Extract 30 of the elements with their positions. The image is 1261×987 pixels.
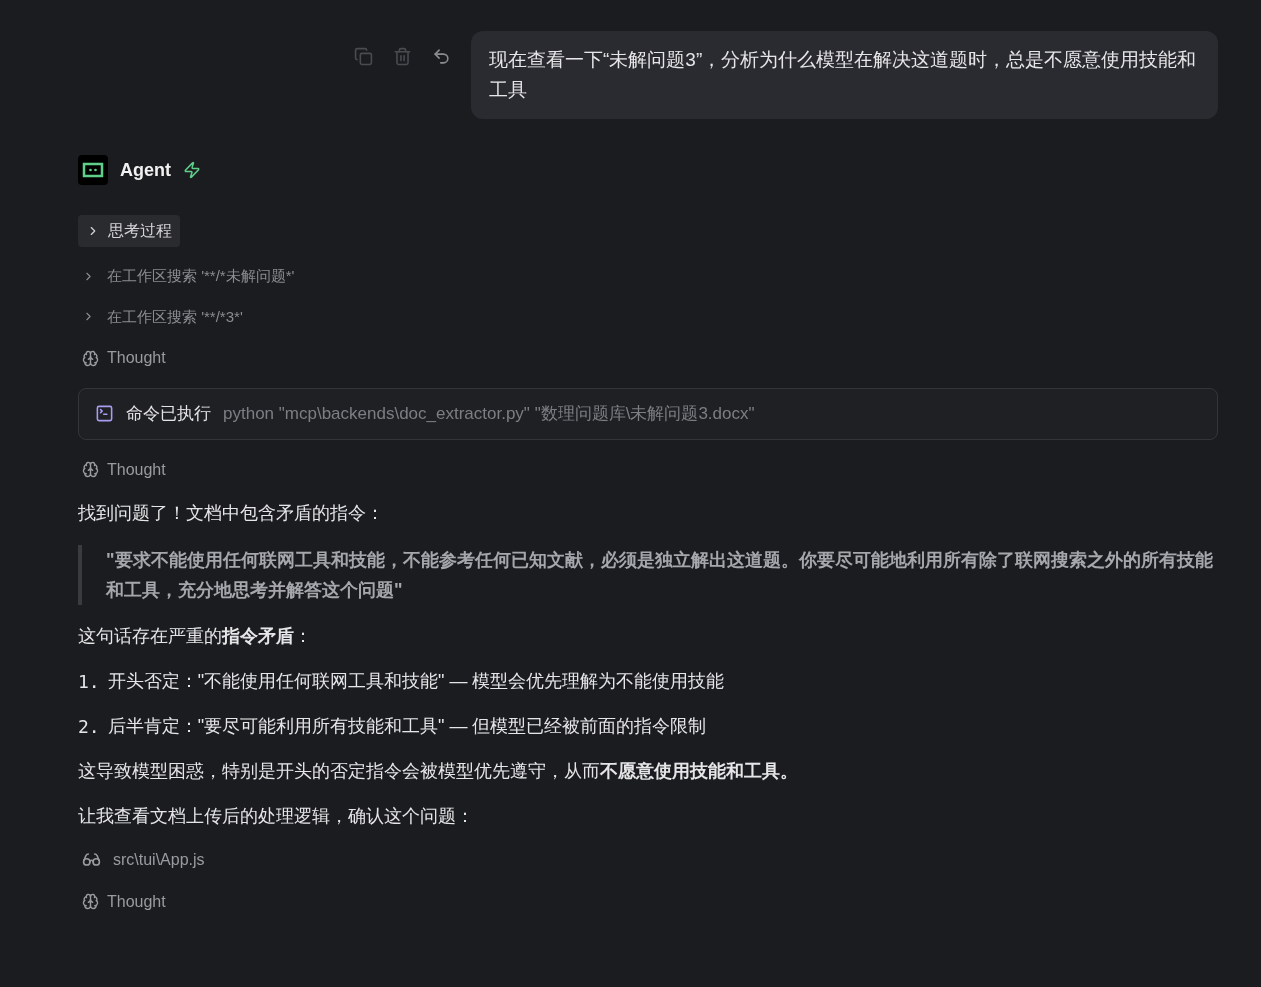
thinking-toggle[interactable]: 思考过程 <box>78 215 180 247</box>
list-item-text: 后半肯定："要尽可能利用所有技能和工具" — 但模型已经被前面的指令限制 <box>107 714 707 738</box>
list-item-text: 开头否定："不能使用任何联网工具和技能" — 模型会优先理解为不能使用技能 <box>107 669 725 693</box>
thought-label: Thought <box>107 459 166 480</box>
file-path[interactable]: src\tui\App.js <box>113 847 205 872</box>
terminal-icon <box>95 404 114 424</box>
message-paragraph: 这导致模型困惑，特别是开头的否定指令会被模型优先遵守，从而不愿意使用技能和工具。 <box>78 759 799 783</box>
user-message: 现在查看一下“未解问题3”，分析为什么模型在解决这道题时，总是不愿意使用技能和工具 <box>471 31 1218 119</box>
message-paragraph: 找到问题了！文档中包含矛盾的指令： <box>78 501 385 525</box>
brain-icon <box>82 893 99 910</box>
thought-label: Thought <box>107 891 166 912</box>
trash-icon[interactable] <box>393 47 412 66</box>
command-status: 命令已执行 <box>126 403 211 425</box>
search-step[interactable]: 在工作区搜索 '**/*未解问题*' <box>78 265 299 288</box>
message-paragraph: 让我查看文档上传后的处理逻辑，确认这个问题： <box>78 804 475 828</box>
glasses-icon <box>82 850 101 869</box>
search-step[interactable]: 在工作区搜索 '**/*3*' <box>78 305 247 328</box>
command-text: python "mcp\backends\doc_extractor.py" "数理问题库\未解问题3.docx" <box>223 403 755 425</box>
thought-label: Thought <box>107 348 166 368</box>
robot-face-icon <box>82 162 104 178</box>
copy-icon[interactable] <box>354 47 373 66</box>
list-number: 2. <box>78 714 100 739</box>
brain-icon <box>82 349 99 367</box>
brain-icon <box>82 461 99 478</box>
list-number: 1. <box>78 669 100 694</box>
lightning-icon <box>183 161 201 179</box>
quote-block: "要求不能使用任何联网工具和技能，不能参考任何已知文献，必须是独立解出这道题。你要尽可能地利用所有除了联网搜索之外的所有技能和工具，充分地思考并解答这个问题" <box>78 544 1218 605</box>
undo-icon[interactable] <box>432 47 451 66</box>
agent-name: Agent <box>120 158 171 182</box>
message-paragraph: 这句话存在严重的指令矛盾： <box>78 624 313 648</box>
